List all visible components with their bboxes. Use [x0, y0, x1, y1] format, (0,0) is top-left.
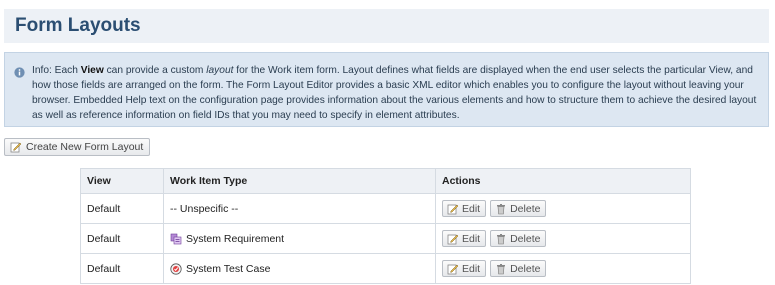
edit-icon [447, 204, 459, 214]
edit-icon [447, 234, 459, 244]
edit-button[interactable]: Edit [442, 260, 487, 277]
info-text: Info: Each View can provide a custom lay… [32, 65, 757, 121]
table-row: Default System Requirement Edit Delete [80, 223, 691, 254]
row-actions: Edit Delete [435, 193, 691, 224]
trash-icon [497, 203, 506, 214]
trash-icon [497, 233, 506, 244]
column-header-view: View [80, 168, 164, 194]
trash-icon [497, 263, 506, 274]
create-form-layout-label: Create New Form Layout [26, 141, 144, 153]
page-header: Form Layouts [4, 9, 769, 43]
row-view: Default [80, 223, 164, 254]
edit-icon [447, 264, 459, 274]
edit-button[interactable]: Edit [442, 230, 487, 247]
delete-button[interactable]: Delete [490, 230, 547, 247]
edit-button[interactable]: Edit [442, 200, 487, 217]
row-actions: Edit Delete [435, 253, 691, 284]
row-type: System Requirement [163, 223, 436, 254]
column-header-actions: Actions [435, 168, 691, 194]
info-box: Info: Each View can provide a custom lay… [4, 52, 769, 127]
edit-icon [10, 142, 22, 153]
row-view: Default [80, 193, 164, 224]
row-type: System Test Case [163, 253, 436, 284]
table-row: Default System Test Case Edit Delete [80, 253, 691, 284]
delete-button[interactable]: Delete [490, 260, 547, 277]
testcase-icon [170, 262, 182, 275]
table-header-row: View Work Item Type Actions [80, 168, 691, 194]
page-title: Form Layouts [15, 15, 141, 36]
delete-button[interactable]: Delete [490, 200, 547, 217]
row-view: Default [80, 253, 164, 284]
requirement-icon [170, 233, 182, 244]
table-row: Default -- Unspecific -- Edit Delete [80, 193, 691, 224]
info-icon [14, 67, 25, 78]
row-actions: Edit Delete [435, 223, 691, 254]
form-layouts-table: View Work Item Type Actions Default -- U… [80, 168, 691, 284]
row-type: -- Unspecific -- [163, 193, 436, 224]
create-form-layout-button[interactable]: Create New Form Layout [4, 138, 151, 156]
column-header-type: Work Item Type [163, 168, 436, 194]
